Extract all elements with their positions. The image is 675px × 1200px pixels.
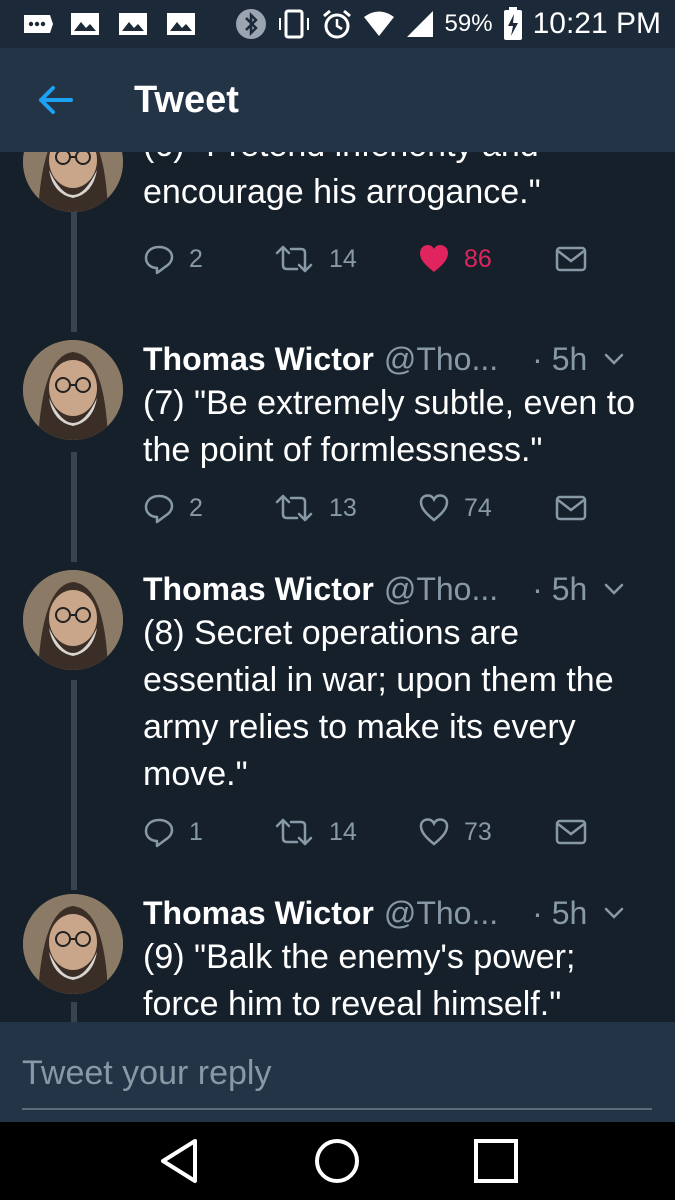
retweet-icon bbox=[275, 245, 313, 273]
chevron-down-icon[interactable] bbox=[603, 902, 625, 924]
tweet-actions: 2 13 74 bbox=[143, 488, 643, 528]
bluetooth-icon bbox=[235, 9, 266, 39]
author-name[interactable]: Thomas Wictor bbox=[143, 895, 374, 932]
avatar-image bbox=[23, 340, 123, 440]
reply-button[interactable]: 2 bbox=[143, 488, 203, 528]
reply-icon bbox=[144, 818, 174, 848]
message-icon bbox=[555, 495, 587, 521]
reply-icon bbox=[144, 494, 174, 524]
chevron-down-icon[interactable] bbox=[603, 348, 625, 370]
author-handle[interactable]: @Tho... bbox=[384, 895, 498, 932]
avatar-image bbox=[23, 152, 123, 212]
app-bar: Tweet bbox=[0, 48, 675, 152]
chevron-down-icon[interactable] bbox=[603, 578, 625, 600]
tweet-item[interactable]: Thomas Wictor @Tho... · 5h (7) "Be extre… bbox=[0, 338, 675, 568]
photo-icon bbox=[119, 13, 147, 35]
share-button[interactable] bbox=[555, 488, 587, 528]
status-right-icons: 59% 10:21 PM bbox=[235, 7, 661, 41]
tweet-text: (9) "Balk the enemy's power; force him t… bbox=[143, 938, 576, 1022]
vibrate-icon bbox=[278, 9, 309, 39]
avatar-image bbox=[23, 570, 123, 670]
like-count: 73 bbox=[464, 817, 492, 846]
tweet-header: Thomas Wictor @Tho... · 5h bbox=[143, 568, 663, 610]
nav-home-button[interactable] bbox=[307, 1131, 367, 1191]
tweet-item[interactable]: (6) "Pretend inferiority and encourage h… bbox=[0, 152, 675, 332]
reply-count: 1 bbox=[189, 817, 203, 846]
tweet-text: (6) "Pretend inferiority and encourage h… bbox=[143, 152, 541, 211]
battery-charging-icon bbox=[503, 7, 522, 40]
retweet-icon bbox=[275, 818, 313, 846]
heart-icon bbox=[419, 818, 449, 846]
like-count: 74 bbox=[464, 493, 492, 522]
message-icon bbox=[555, 819, 587, 845]
tweet-text: (8) Secret operations are essential in w… bbox=[143, 614, 614, 793]
reply-input[interactable]: Tweet your reply bbox=[22, 1052, 652, 1110]
back-button[interactable] bbox=[0, 48, 110, 152]
back-triangle-icon bbox=[161, 1139, 198, 1183]
nav-back-button[interactable] bbox=[149, 1131, 209, 1191]
retweet-button[interactable]: 14 bbox=[273, 239, 357, 279]
avatar[interactable] bbox=[23, 570, 123, 670]
home-circle-icon bbox=[315, 1139, 360, 1183]
status-bar: 59% 10:21 PM bbox=[0, 0, 675, 48]
reply-icon bbox=[144, 245, 174, 275]
recents-square-icon bbox=[473, 1139, 518, 1183]
avatar-image bbox=[23, 894, 123, 994]
tweet-item[interactable]: Thomas Wictor @Tho... · 5h (9) "Balk the… bbox=[0, 892, 675, 1022]
like-count: 86 bbox=[464, 244, 492, 273]
tweet-timestamp: · 5h bbox=[532, 894, 588, 931]
photo-icon bbox=[71, 13, 99, 35]
reply-composer: Tweet your reply bbox=[0, 1022, 675, 1122]
clock: 10:21 PM bbox=[532, 7, 661, 40]
avatar[interactable] bbox=[23, 152, 123, 212]
photo-icon bbox=[167, 13, 195, 35]
retweet-icon bbox=[275, 494, 313, 522]
share-button[interactable] bbox=[555, 239, 587, 279]
like-button[interactable]: 74 bbox=[418, 488, 492, 528]
status-left-icons bbox=[20, 11, 198, 37]
system-nav-bar bbox=[0, 1122, 675, 1200]
alarm-icon bbox=[322, 9, 351, 39]
nav-recents-button[interactable] bbox=[466, 1131, 526, 1191]
heart-icon bbox=[419, 494, 449, 522]
wifi-icon bbox=[363, 11, 394, 36]
retweet-count: 13 bbox=[329, 493, 357, 522]
author-handle[interactable]: @Tho... bbox=[384, 341, 498, 378]
share-button[interactable] bbox=[555, 812, 587, 852]
avatar[interactable] bbox=[23, 340, 123, 440]
signal-icon bbox=[406, 11, 433, 37]
tweet-thread[interactable]: (6) "Pretend inferiority and encourage h… bbox=[0, 152, 675, 1022]
retweet-count: 14 bbox=[329, 817, 357, 846]
message-icon bbox=[555, 246, 587, 272]
author-handle[interactable]: @Tho... bbox=[384, 571, 498, 608]
battery-percentage: 59% bbox=[444, 10, 493, 37]
retweet-button[interactable]: 14 bbox=[273, 812, 357, 852]
page-title: Tweet bbox=[134, 78, 239, 121]
reply-button[interactable]: 1 bbox=[143, 812, 203, 852]
tweet-text: (7) "Be extremely subtle, even to the po… bbox=[143, 384, 636, 469]
reply-button[interactable]: 2 bbox=[143, 239, 203, 279]
author-name[interactable]: Thomas Wictor bbox=[143, 341, 374, 378]
tweet-actions: 1 14 73 bbox=[143, 812, 643, 852]
reply-count: 2 bbox=[189, 244, 203, 273]
retweet-count: 14 bbox=[329, 244, 357, 273]
tweet-header: Thomas Wictor @Tho... · 5h bbox=[143, 338, 663, 380]
back-arrow-icon bbox=[39, 86, 73, 114]
tweet-item[interactable]: Thomas Wictor @Tho... · 5h (8) Secret op… bbox=[0, 568, 675, 888]
retweet-button[interactable]: 13 bbox=[273, 488, 357, 528]
tweet-timestamp: · 5h bbox=[532, 570, 588, 607]
more-icon bbox=[24, 15, 53, 33]
tweet-actions: 2 14 86 bbox=[143, 239, 643, 279]
like-button[interactable]: 86 bbox=[418, 239, 492, 279]
like-button[interactable]: 73 bbox=[418, 812, 492, 852]
tweet-timestamp: · 5h bbox=[532, 340, 588, 377]
heart-filled-icon bbox=[420, 245, 448, 272]
tweet-header: Thomas Wictor @Tho... · 5h bbox=[143, 892, 663, 934]
reply-count: 2 bbox=[189, 493, 203, 522]
avatar[interactable] bbox=[23, 894, 123, 994]
author-name[interactable]: Thomas Wictor bbox=[143, 571, 374, 608]
